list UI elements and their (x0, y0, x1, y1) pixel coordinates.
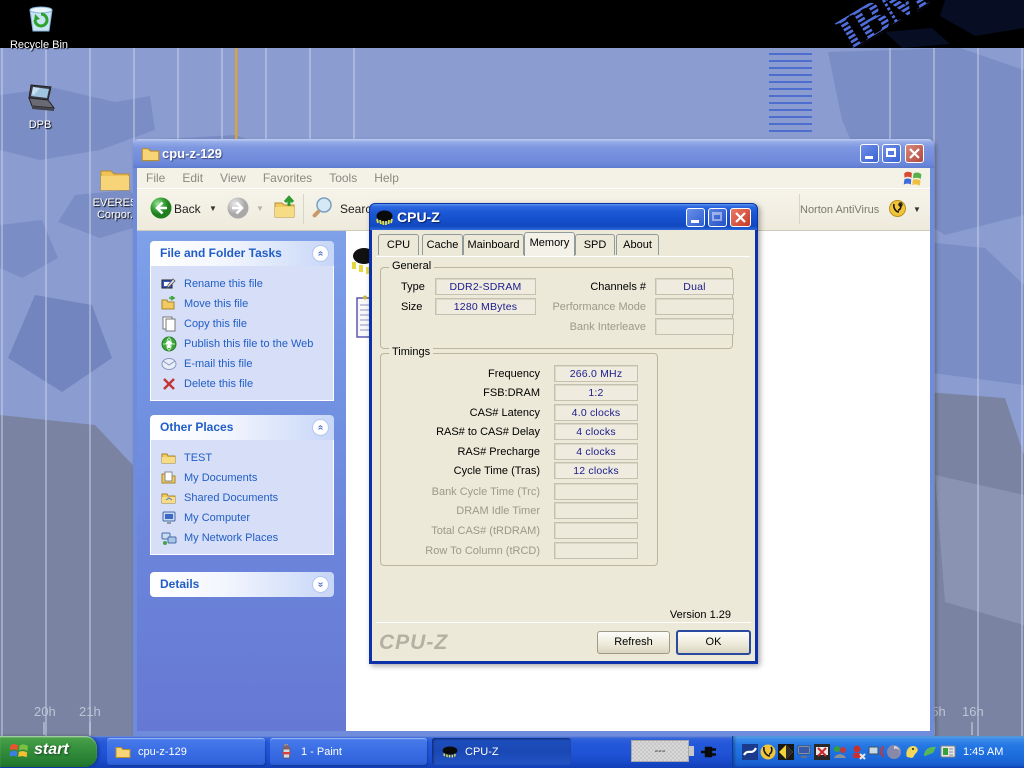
svg-text:16h: 16h (962, 704, 984, 719)
svg-text:21h: 21h (79, 704, 101, 719)
svg-text:20h: 20h (34, 704, 56, 719)
